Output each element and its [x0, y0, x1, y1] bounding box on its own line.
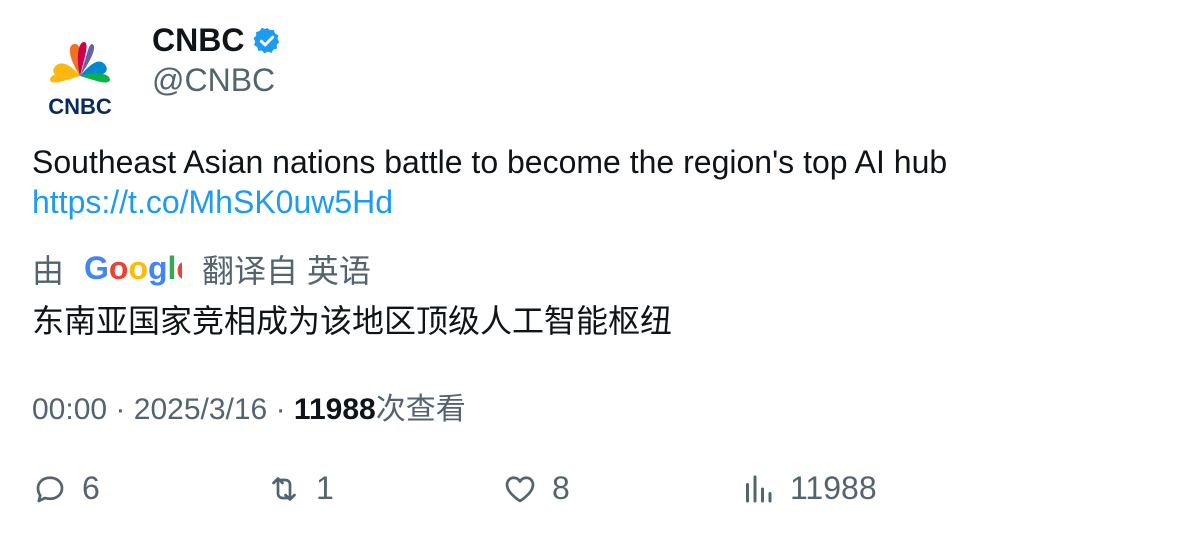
tweet-date[interactable]: 2025/3/16 — [134, 393, 267, 426]
google-wordmark-icon: Google — [84, 251, 182, 286]
translation-prefix: 由 — [32, 253, 65, 289]
tweet-link[interactable]: https://t.co/MhSK0uw5Hd — [32, 182, 947, 222]
meta-separator: · — [275, 393, 286, 426]
reply-count: 6 — [82, 470, 100, 506]
heart-icon — [505, 475, 535, 502]
author-handle[interactable]: @CNBC — [152, 62, 275, 99]
view-count: 11988 — [293, 393, 376, 426]
translated-text: 东南亚国家竞相成为该地区顶级人工智能枢纽 — [32, 303, 673, 339]
tweet-text: Southeast Asian nations battle to become… — [32, 142, 947, 222]
author-name[interactable]: CNBC — [152, 22, 244, 59]
view-count-label: 次查看 — [375, 393, 466, 426]
svg-text:CNBC: CNBC — [48, 94, 112, 119]
views-count: 11988 — [790, 470, 877, 506]
like-button[interactable]: 8 — [502, 470, 570, 507]
like-count: 8 — [552, 470, 570, 506]
views-button[interactable]: 11988 — [740, 470, 877, 507]
translation-suffix[interactable]: 翻译自 英语 — [202, 246, 371, 292]
tweet-time[interactable]: 00:00 — [32, 393, 107, 426]
avatar[interactable]: CNBC — [32, 28, 128, 124]
retweet-button[interactable]: 1 — [266, 470, 334, 507]
retweet-icon — [272, 476, 296, 501]
reply-button[interactable]: 6 — [32, 470, 100, 507]
cnbc-peacock-logo: CNBC — [48, 42, 112, 119]
svg-text:Google: Google — [84, 251, 182, 286]
retweet-count: 1 — [316, 470, 334, 506]
reply-icon — [36, 475, 64, 502]
tweet-meta: 00:00 · 2025/3/16 · 11988次查看 — [32, 384, 466, 428]
google-logo: Google — [84, 251, 182, 287]
verified-badge-icon — [253, 27, 280, 53]
analytics-icon — [746, 475, 772, 502]
action-bar: 6 1 8 11988 — [0, 470, 1196, 514]
meta-separator: · — [115, 393, 126, 426]
author-name-row[interactable]: CNBC — [152, 22, 282, 59]
tweet-body: Southeast Asian nations battle to become… — [32, 144, 948, 180]
translation-attribution: 由 Google 翻译自 英语 — [32, 246, 371, 292]
